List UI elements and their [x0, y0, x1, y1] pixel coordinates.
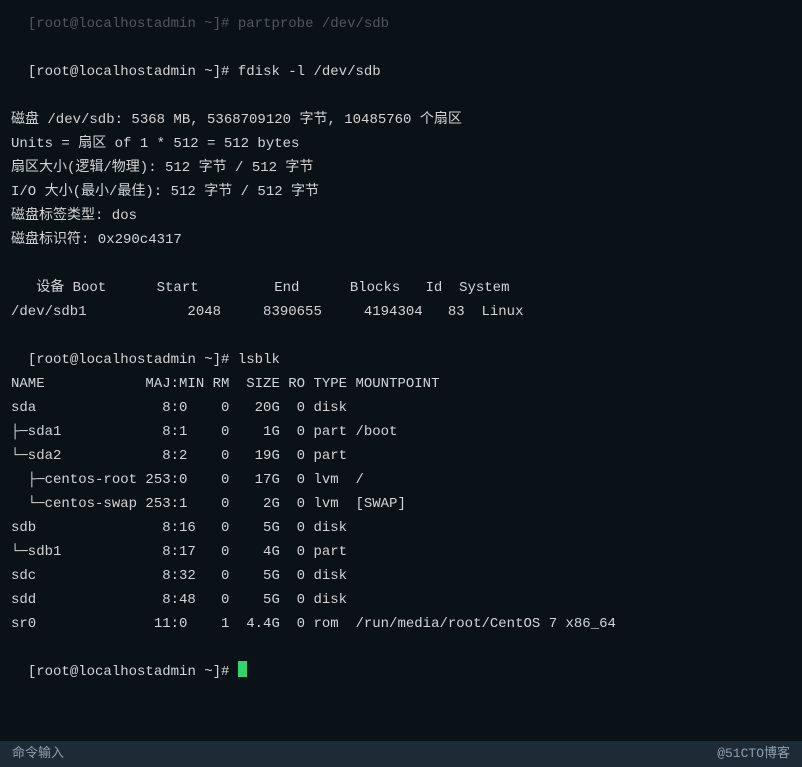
lsblk-row: └─sdb1 8:17 0 4G 0 part	[11, 540, 791, 564]
output-line: 扇区大小(逻辑/物理): 512 字节 / 512 字节	[11, 156, 791, 180]
output-line: 磁盘标识符: 0x290c4317	[11, 228, 791, 252]
partition-table-header: 设备 Boot Start End Blocks Id System	[11, 276, 791, 300]
lsblk-row: sdc 8:32 0 5G 0 disk	[11, 564, 791, 588]
output-line: 磁盘 /dev/sdb: 5368 MB, 5368709120 字节, 104…	[11, 108, 791, 132]
shell-prompt: [root@localhostadmin ~]#	[28, 64, 238, 80]
terminal-input-line[interactable]: [root@localhostadmin ~]#	[11, 636, 791, 684]
lsblk-row: └─sda2 8:2 0 19G 0 part	[11, 444, 791, 468]
output-line: I/O 大小(最小/最佳): 512 字节 / 512 字节	[11, 180, 791, 204]
lsblk-header: NAME MAJ:MIN RM SIZE RO TYPE MOUNTPOINT	[11, 372, 791, 396]
shell-prompt: [root@localhostadmin ~]#	[28, 16, 238, 32]
output-line: 磁盘标签类型: dos	[11, 204, 791, 228]
shell-prompt: [root@localhostadmin ~]#	[28, 352, 238, 368]
terminal-line[interactable]: [root@localhostadmin ~]# partprobe /dev/…	[11, 0, 791, 36]
command-text: lsblk	[238, 352, 280, 368]
lsblk-row: sr0 11:0 1 4.4G 0 rom /run/media/root/Ce…	[11, 612, 791, 636]
output-line: Units = 扇区 of 1 * 512 = 512 bytes	[11, 132, 791, 156]
command-text: partprobe /dev/sdb	[238, 16, 389, 32]
blank-line	[11, 252, 791, 276]
terminal-line[interactable]: [root@localhostadmin ~]# fdisk -l /dev/s…	[11, 36, 791, 84]
partition-table-row: /dev/sdb1 2048 8390655 4194304 83 Linux	[11, 300, 791, 324]
lsblk-row: ├─centos-root 253:0 0 17G 0 lvm /	[11, 468, 791, 492]
bottom-right-watermark: @51CTO博客	[717, 742, 790, 766]
bottom-bar: 命令输入 @51CTO博客	[0, 741, 802, 767]
lsblk-row: └─centos-swap 253:1 0 2G 0 lvm [SWAP]	[11, 492, 791, 516]
command-text: fdisk -l /dev/sdb	[238, 64, 381, 80]
shell-prompt: [root@localhostadmin ~]#	[28, 664, 238, 680]
bottom-left-label: 命令输入	[12, 742, 64, 766]
lsblk-row: sda 8:0 0 20G 0 disk	[11, 396, 791, 420]
blank-line	[11, 84, 791, 108]
lsblk-row: sdd 8:48 0 5G 0 disk	[11, 588, 791, 612]
lsblk-row: sdb 8:16 0 5G 0 disk	[11, 516, 791, 540]
cursor-icon	[238, 661, 247, 677]
terminal-line[interactable]: [root@localhostadmin ~]# lsblk	[11, 324, 791, 372]
lsblk-row: ├─sda1 8:1 0 1G 0 part /boot	[11, 420, 791, 444]
